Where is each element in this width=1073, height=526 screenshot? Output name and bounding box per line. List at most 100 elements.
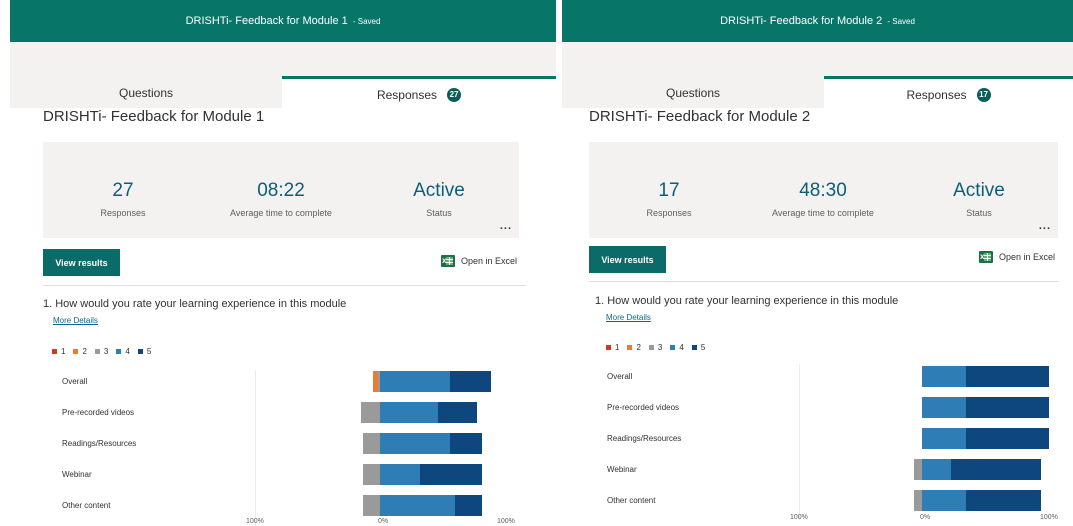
legend-label: 3: [657, 343, 663, 352]
more-details-link[interactable]: More Details: [53, 316, 98, 325]
legend-swatch: [606, 345, 611, 350]
toolbar-area: [10, 42, 556, 76]
tab-questions[interactable]: Questions: [562, 76, 824, 110]
chart-bar-segment-rating-5[interactable]: [966, 490, 1042, 511]
tab-responses-label: Responses: [906, 87, 967, 102]
chart-bar-segment-rating-4[interactable]: [380, 464, 420, 485]
more-options-icon[interactable]: ...: [1039, 220, 1051, 232]
responses-count-badge: 17: [976, 87, 991, 102]
responses-content: DRISHTi- Feedback for Module 2 17 Respon…: [562, 108, 1073, 526]
legend-label: 1: [61, 347, 66, 356]
toolbar-area: [562, 42, 1073, 76]
tab-responses[interactable]: Responses 27: [282, 76, 556, 110]
axis-label-right: 100%: [497, 518, 515, 525]
tab-responses[interactable]: Responses 17: [824, 76, 1073, 110]
legend-item: 5: [691, 343, 705, 352]
legend-swatch: [52, 349, 57, 354]
chart-bar-segment-rating-3[interactable]: [914, 459, 922, 480]
excel-icon: x: [978, 251, 993, 263]
open-in-excel-button[interactable]: x Open in Excel: [440, 255, 517, 267]
chart-bar-segment-rating-4[interactable]: [380, 433, 451, 454]
chart-bar-segment-rating-4[interactable]: [922, 366, 967, 387]
axis-line: [255, 370, 256, 526]
chart-bar-segment-rating-4[interactable]: [380, 495, 456, 516]
legend-label: 4: [125, 347, 130, 356]
status-label: Status: [426, 208, 452, 218]
chart-bar-segment-rating-4[interactable]: [380, 402, 439, 423]
legend-item: 2: [627, 343, 641, 352]
open-in-excel-button[interactable]: x Open in Excel: [978, 251, 1055, 263]
form-name: DRISHTi- Feedback for Module 1: [185, 15, 348, 27]
legend-item: 4: [670, 343, 684, 352]
summary-card: 27 Responses 08:22 Average time to compl…: [43, 142, 519, 238]
chart-bar-segment-rating-4[interactable]: [922, 490, 967, 511]
chart-bar-segment-rating-4[interactable]: [380, 371, 451, 392]
chart-bar-segment-rating-4[interactable]: [922, 428, 967, 449]
question-title: 1. How would you rate your learning expe…: [595, 295, 899, 307]
chart-bar-segment-rating-5[interactable]: [966, 366, 1049, 387]
legend-label: 1: [615, 343, 620, 352]
chart-bar-segment-rating-5[interactable]: [438, 402, 477, 423]
legend-item: 3: [94, 347, 109, 356]
chart-bar-segment-rating-5[interactable]: [419, 464, 482, 485]
legend-label: 5: [146, 347, 152, 356]
axis-line: [799, 364, 800, 520]
chart-row-label: Overall: [62, 377, 88, 386]
tab-questions[interactable]: Questions: [10, 76, 282, 110]
legend-item: 3: [648, 343, 663, 352]
responses-value: 17: [658, 180, 680, 201]
chart-bar-segment-rating-3[interactable]: [360, 402, 380, 423]
excel-icon: x: [440, 255, 455, 267]
chart-bar-segment-rating-5[interactable]: [966, 397, 1049, 418]
chart-row-label: Readings/Resources: [607, 434, 682, 443]
chart-bar-segment-rating-3[interactable]: [914, 490, 922, 511]
status-value: Active: [413, 180, 465, 201]
chart-row-label: Other content: [62, 501, 111, 510]
chart-bar-segment-rating-5[interactable]: [450, 433, 482, 454]
legend-item: 4: [116, 347, 130, 356]
responses-label: Responses: [100, 208, 146, 218]
responses-value: 27: [112, 180, 134, 201]
status-value: Active: [953, 180, 1005, 201]
view-results-button[interactable]: View results: [589, 246, 666, 273]
legend-item: 1: [52, 347, 65, 356]
legend-item: 5: [137, 347, 152, 356]
legend-swatch: [670, 345, 676, 350]
responses-count-badge: 27: [447, 87, 462, 102]
chart-bar-segment-rating-5[interactable]: [455, 495, 482, 516]
more-details-link[interactable]: More Details: [606, 313, 651, 322]
average-time-label: Average time to complete: [230, 208, 332, 218]
more-options-icon[interactable]: ...: [500, 220, 512, 232]
responses-content: DRISHTi- Feedback for Module 1 27 Respon…: [10, 108, 556, 526]
stat-average-time: 48:30 Average time to complete: [753, 180, 893, 218]
chart-row-label: Pre-recorded videos: [62, 408, 135, 417]
stat-status: Active Status: [929, 180, 1029, 218]
view-results-button[interactable]: View results: [43, 249, 120, 276]
legend-swatch: [116, 349, 122, 354]
status-label: Status: [966, 208, 992, 218]
chart-bar-segment-rating-5[interactable]: [966, 428, 1049, 449]
chart-row-label: Overall: [607, 372, 633, 381]
legend-swatch: [94, 349, 100, 354]
average-time-value: 48:30: [799, 180, 847, 201]
axis-label-right: 100%: [1040, 514, 1058, 521]
axis-label-left: 100%: [246, 518, 264, 525]
average-time-value: 08:22: [257, 180, 305, 201]
responses-label: Responses: [646, 208, 692, 218]
legend-swatch: [137, 349, 143, 354]
chart-bar-segment-rating-2[interactable]: [372, 371, 378, 392]
chart-bar-segment-rating-4[interactable]: [922, 459, 952, 480]
page-title: DRISHTi- Feedback for Module 2: [589, 108, 811, 125]
chart-bar-segment-rating-5[interactable]: [450, 371, 492, 392]
axis-label-center: 0%: [378, 518, 389, 525]
legend-swatch: [627, 345, 633, 350]
stat-status: Active Status: [389, 180, 489, 218]
chart-bar-segment-rating-3[interactable]: [363, 495, 380, 516]
chart-bar-segment-rating-4[interactable]: [922, 397, 967, 418]
chart-legend: 1 2 3 4 5: [606, 343, 713, 352]
chart-bar-segment-rating-5[interactable]: [951, 459, 1042, 480]
chart-bar-segment-rating-3[interactable]: [363, 464, 380, 485]
legend-label: 3: [103, 347, 109, 356]
chart-bar-segment-rating-3[interactable]: [363, 433, 380, 454]
tab-bar: Questions Responses 27: [10, 76, 556, 110]
